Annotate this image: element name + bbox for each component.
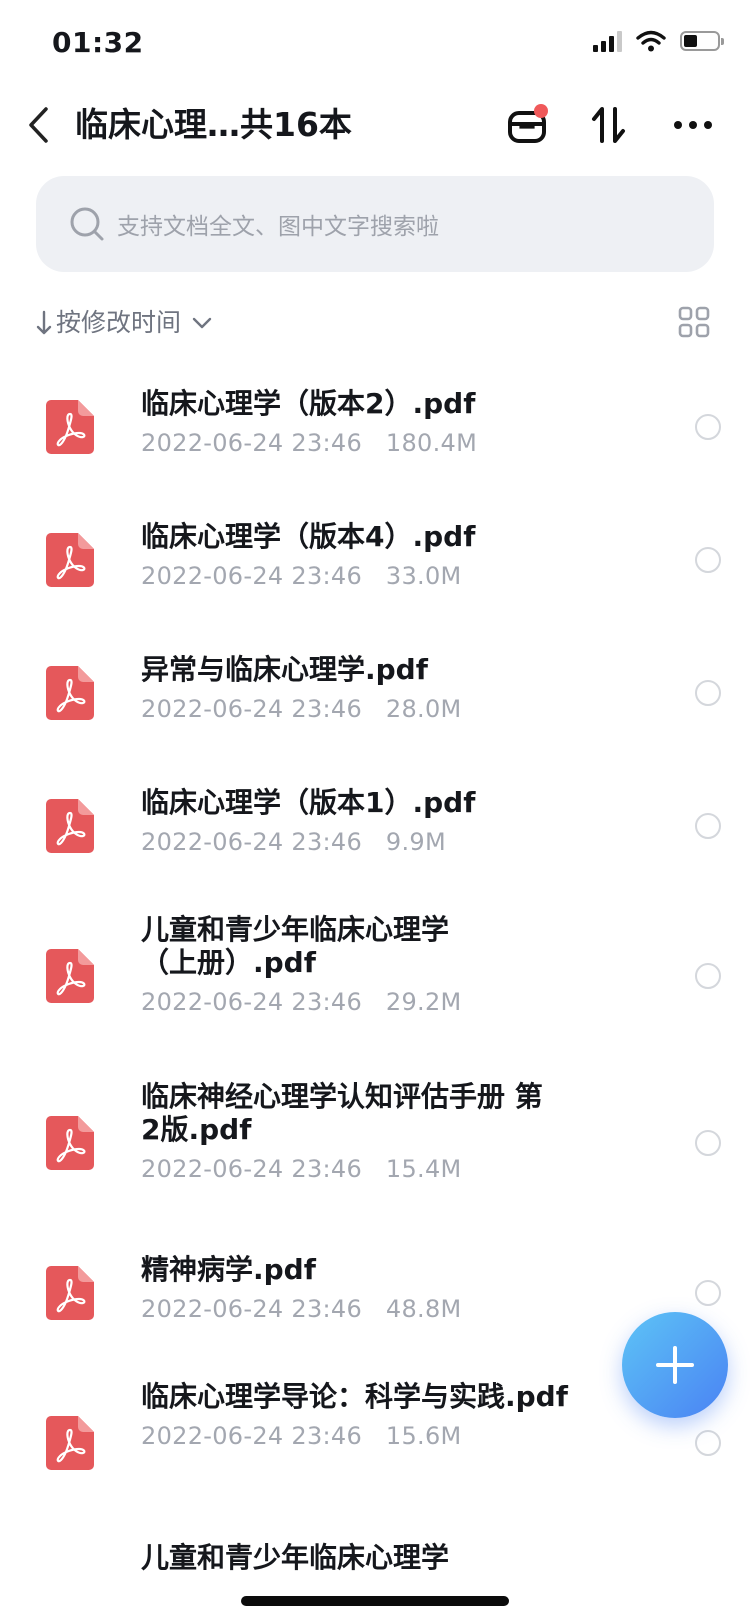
status-time: 01:32: [52, 26, 144, 59]
file-info: 临床心理学导论：科学与实践.pdf 2022-06-24 23:46 15.6M: [141, 1380, 601, 1450]
pdf-icon: [46, 1266, 94, 1320]
file-row[interactable]: 临床神经心理学认知评估手册 第2版.pdf 2022-06-24 23:46 15…: [0, 1059, 750, 1226]
wifi-icon: [636, 30, 666, 52]
arrow-down-icon: [36, 310, 52, 335]
file-date: 2022-06-24 23:46: [141, 695, 363, 723]
select-radio[interactable]: [695, 1130, 721, 1156]
pdf-icon: [46, 799, 94, 853]
battery-icon: [680, 31, 724, 51]
file-name: 精神病学.pdf: [141, 1253, 316, 1286]
select-radio[interactable]: [695, 680, 721, 706]
file-info: 临床心理学（版本1）.pdf 2022-06-24 23:46 9.9M: [141, 786, 601, 856]
file-row[interactable]: 儿童和青少年临床心理学: [0, 1526, 750, 1606]
file-date: 2022-06-24 23:46: [141, 828, 363, 856]
file-name: 临床神经心理学认知评估手册 第2版.pdf: [141, 1080, 543, 1146]
file-size: 180.4M: [385, 429, 478, 457]
select-radio[interactable]: [695, 963, 721, 989]
file-name: 临床心理学导论：科学与实践.pdf: [141, 1380, 568, 1413]
notification-badge: [534, 104, 548, 118]
add-button[interactable]: [622, 1312, 728, 1418]
file-size: 29.2M: [385, 988, 462, 1016]
select-radio[interactable]: [695, 1430, 721, 1456]
file-size: 48.8M: [385, 1295, 462, 1323]
file-row[interactable]: 临床心理学（版本2）.pdf 2022-06-24 23:46 180.4M: [0, 360, 750, 493]
file-date: 2022-06-24 23:46: [141, 429, 363, 457]
file-meta: 2022-06-24 23:46 33.0M: [141, 562, 601, 590]
more-button[interactable]: [666, 98, 720, 152]
sort-label: 按修改时间: [56, 308, 182, 337]
grid-view-toggle[interactable]: [678, 306, 714, 342]
file-name: 临床心理学（版本2）.pdf: [141, 387, 476, 420]
file-size: 15.4M: [385, 1155, 462, 1183]
file-info: 临床神经心理学认知评估手册 第2版.pdf 2022-06-24 23:46 15…: [141, 1080, 561, 1183]
home-indicator: [241, 1596, 509, 1606]
search-bar[interactable]: 支持文档全文、图中文字搜索啦: [36, 176, 714, 272]
inbox-button[interactable]: [500, 98, 554, 152]
file-meta: 2022-06-24 23:46 15.4M: [141, 1155, 561, 1183]
select-radio[interactable]: [695, 547, 721, 573]
pdf-icon: [46, 666, 94, 720]
select-radio[interactable]: [695, 813, 721, 839]
pdf-icon: [46, 1116, 94, 1170]
file-row[interactable]: 儿童和青少年临床心理学（上册）.pdf 2022-06-24 23:46 29.2…: [0, 892, 750, 1059]
status-bar: 01:32: [0, 0, 750, 90]
file-meta: 2022-06-24 23:46 29.2M: [141, 988, 461, 1016]
file-size: 15.6M: [385, 1422, 462, 1450]
file-date: 2022-06-24 23:46: [141, 562, 363, 590]
file-date: 2022-06-24 23:46: [141, 1295, 363, 1323]
cellular-signal-icon: [593, 30, 622, 52]
sort-arrows-icon: [592, 107, 625, 143]
pdf-icon: [46, 949, 94, 1003]
file-size: 28.0M: [385, 695, 462, 723]
search-placeholder: 支持文档全文、图中文字搜索啦: [117, 214, 439, 240]
file-size: 33.0M: [385, 562, 462, 590]
back-button[interactable]: [18, 100, 58, 150]
file-meta: 2022-06-24 23:46 180.4M: [141, 429, 601, 457]
file-row[interactable]: 临床心理学（版本4）.pdf 2022-06-24 23:46 33.0M: [0, 493, 750, 626]
search-icon: [69, 206, 105, 242]
select-radio[interactable]: [695, 1280, 721, 1306]
chevron-left-icon: [29, 107, 48, 143]
file-meta: 2022-06-24 23:46 9.9M: [141, 828, 601, 856]
pdf-icon: [46, 1416, 94, 1470]
sort-dropdown[interactable]: 按修改时间: [36, 300, 213, 346]
file-date: 2022-06-24 23:46: [141, 988, 363, 1016]
page-title: 临床心理…共16本: [75, 105, 352, 144]
file-meta: 2022-06-24 23:46 48.8M: [141, 1295, 601, 1323]
sort-button[interactable]: [582, 98, 636, 152]
nav-bar: 临床心理…共16本: [0, 90, 750, 170]
file-name: 异常与临床心理学.pdf: [141, 653, 428, 686]
file-name: 临床心理学（版本1）.pdf: [141, 786, 476, 819]
status-icons: [593, 30, 724, 52]
file-list: 临床心理学（版本2）.pdf 2022-06-24 23:46 180.4M 临床…: [0, 360, 750, 1606]
file-row[interactable]: 临床心理学（版本1）.pdf 2022-06-24 23:46 9.9M: [0, 759, 750, 892]
select-radio[interactable]: [695, 414, 721, 440]
file-name: 儿童和青少年临床心理学: [141, 1541, 450, 1574]
file-meta: 2022-06-24 23:46 28.0M: [141, 695, 601, 723]
more-icon: [674, 121, 712, 129]
chevron-down-icon: [192, 317, 212, 329]
pdf-icon: [46, 533, 94, 587]
file-date: 2022-06-24 23:46: [141, 1422, 363, 1450]
file-size: 9.9M: [385, 828, 446, 856]
file-name: 儿童和青少年临床心理学（上册）.pdf: [141, 913, 450, 979]
file-info: 精神病学.pdf 2022-06-24 23:46 48.8M: [141, 1253, 601, 1323]
file-date: 2022-06-24 23:46: [141, 1155, 363, 1183]
file-info: 异常与临床心理学.pdf 2022-06-24 23:46 28.0M: [141, 653, 601, 723]
file-row[interactable]: 异常与临床心理学.pdf 2022-06-24 23:46 28.0M: [0, 626, 750, 759]
file-info: 临床心理学（版本4）.pdf 2022-06-24 23:46 33.0M: [141, 520, 601, 590]
sort-row: 按修改时间: [36, 300, 714, 350]
file-info: 儿童和青少年临床心理学（上册）.pdf 2022-06-24 23:46 29.2…: [141, 913, 461, 1016]
grid-view-icon: [678, 306, 710, 338]
file-meta: 2022-06-24 23:46 15.6M: [141, 1422, 601, 1450]
file-name: 临床心理学（版本4）.pdf: [141, 520, 476, 553]
plus-icon: [656, 1346, 694, 1384]
pdf-icon: [46, 400, 94, 454]
file-info: 临床心理学（版本2）.pdf 2022-06-24 23:46 180.4M: [141, 387, 601, 457]
